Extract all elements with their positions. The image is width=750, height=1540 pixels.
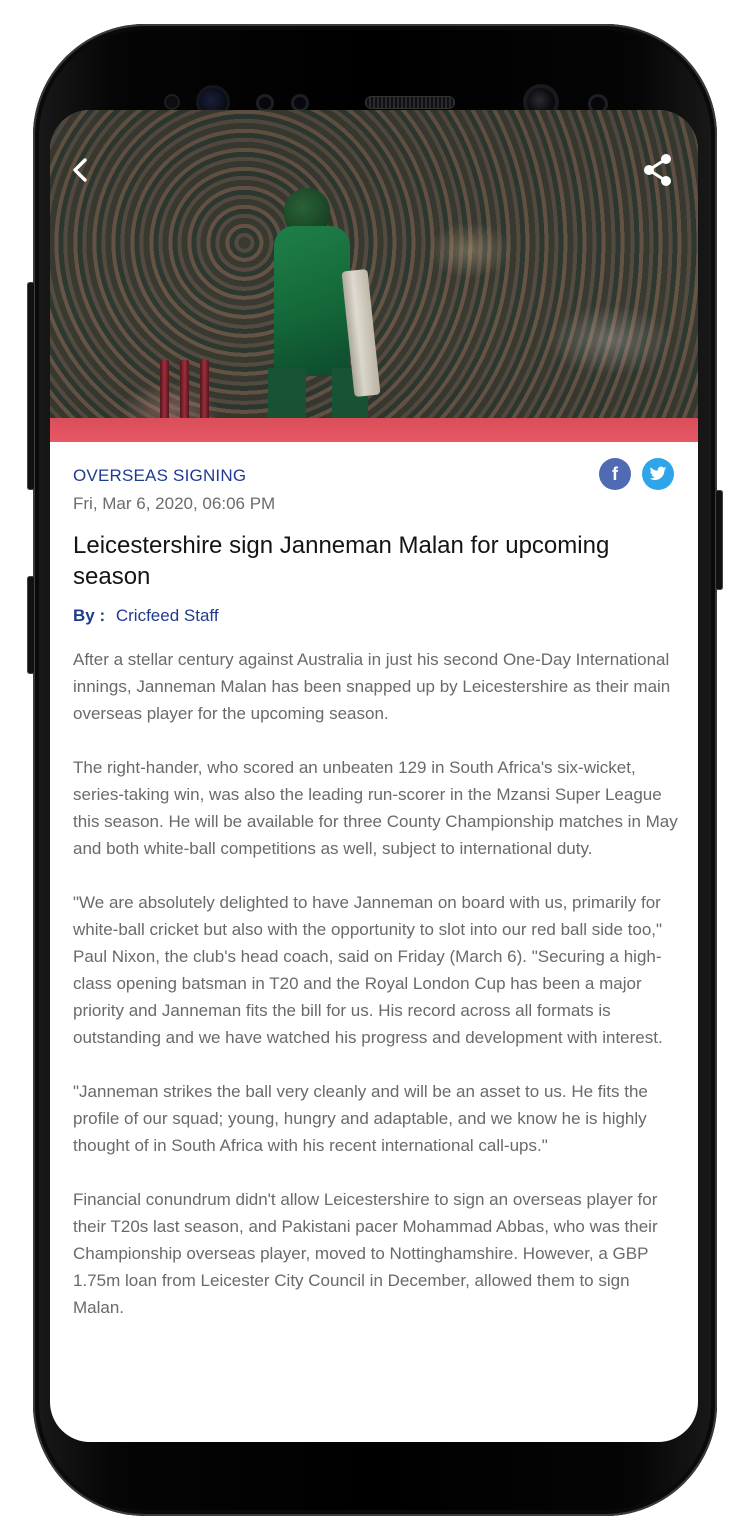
article-paragraph: "We are absolutely delighted to have Jan… (73, 893, 663, 1047)
article-hero-image (50, 110, 698, 442)
article-paragraph: Financial conundrum didn't allow Leicest… (73, 1190, 658, 1317)
power-button (715, 490, 723, 590)
article-title: Leicestershire sign Janneman Malan for u… (73, 532, 610, 590)
pitch-band (50, 418, 698, 442)
article-date: Fri, Mar 6, 2020, 06:06 PM (73, 494, 276, 513)
share-icon[interactable] (636, 148, 680, 192)
twitter-share-button[interactable] (642, 458, 674, 490)
app-screen: OVERSEAS SIGNING Fri, Mar 6, 2020, 06:06… (50, 110, 698, 1442)
article-category[interactable]: OVERSEAS SIGNING (73, 466, 246, 486)
facebook-icon: f (612, 463, 618, 484)
article-body: After a stellar century against Australi… (73, 646, 679, 1348)
article-paragraph: After a stellar century against Australi… (73, 650, 671, 723)
sensor-dot (164, 94, 180, 110)
assistant-button (27, 576, 35, 674)
facebook-share-button[interactable]: f (599, 458, 631, 490)
earpiece-speaker (365, 96, 455, 109)
article-meta: OVERSEAS SIGNING Fri, Mar 6, 2020, 06:06… (73, 458, 677, 520)
article-paragraph: "Janneman strikes the ball very cleanly … (73, 1082, 648, 1155)
twitter-icon (649, 466, 667, 480)
article-byline: By : Cricfeed Staff (73, 606, 219, 626)
author-name[interactable]: Cricfeed Staff (116, 606, 219, 625)
phone-frame: OVERSEAS SIGNING Fri, Mar 6, 2020, 06:06… (33, 24, 717, 1516)
article-paragraph: The right-hander, who scored an unbeaten… (73, 758, 678, 858)
byline-label: By : (73, 606, 106, 625)
back-arrow-icon[interactable] (58, 148, 102, 192)
volume-button (27, 282, 35, 490)
